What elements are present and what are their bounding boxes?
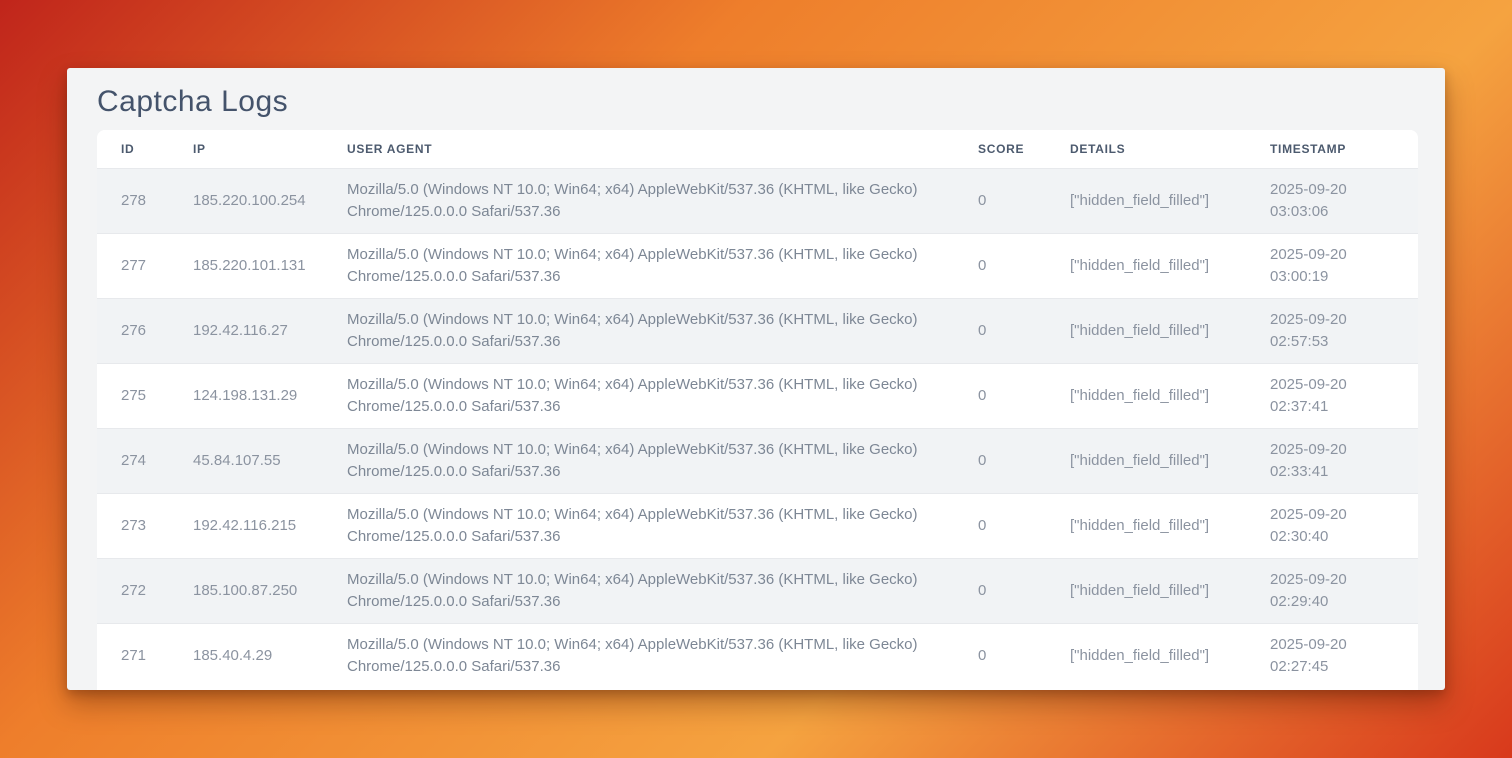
table-row: 272 185.100.87.250 Mozilla/5.0 (Windows … <box>97 559 1418 624</box>
cell-id: 275 <box>97 364 193 429</box>
table-header-row: ID IP USER AGENT SCORE DETAILS TIMESTAMP <box>97 130 1418 169</box>
captcha-logs-table-container: ID IP USER AGENT SCORE DETAILS TIMESTAMP… <box>97 130 1418 690</box>
cell-score: 0 <box>978 364 1070 429</box>
cell-details: ["hidden_field_filled"] <box>1070 234 1270 299</box>
cell-timestamp: 2025-09-20 02:29:40 <box>1270 559 1418 624</box>
cell-ip: 185.100.87.250 <box>193 559 347 624</box>
cell-details: ["hidden_field_filled"] <box>1070 364 1270 429</box>
cell-timestamp: 2025-09-20 02:57:53 <box>1270 299 1418 364</box>
cell-id: 277 <box>97 234 193 299</box>
cell-details: ["hidden_field_filled"] <box>1070 494 1270 559</box>
cell-ip: 185.40.4.29 <box>193 624 347 689</box>
cell-ip: 45.84.107.55 <box>193 429 347 494</box>
table-row: 277 185.220.101.131 Mozilla/5.0 (Windows… <box>97 234 1418 299</box>
table-row: 276 192.42.116.27 Mozilla/5.0 (Windows N… <box>97 299 1418 364</box>
cell-details: ["hidden_field_filled"] <box>1070 429 1270 494</box>
cell-user-agent: Mozilla/5.0 (Windows NT 10.0; Win64; x64… <box>347 299 978 364</box>
cell-score: 0 <box>978 429 1070 494</box>
cell-user-agent: Mozilla/5.0 (Windows NT 10.0; Win64; x64… <box>347 364 978 429</box>
column-header-id: ID <box>97 130 193 169</box>
table-body: 278 185.220.100.254 Mozilla/5.0 (Windows… <box>97 169 1418 689</box>
table-row: 271 185.40.4.29 Mozilla/5.0 (Windows NT … <box>97 624 1418 689</box>
cell-ip: 185.220.100.254 <box>193 169 347 234</box>
table-header: ID IP USER AGENT SCORE DETAILS TIMESTAMP <box>97 130 1418 169</box>
table-row: 278 185.220.100.254 Mozilla/5.0 (Windows… <box>97 169 1418 234</box>
column-header-score: SCORE <box>978 130 1070 169</box>
cell-details: ["hidden_field_filled"] <box>1070 559 1270 624</box>
cell-timestamp: 2025-09-20 02:33:41 <box>1270 429 1418 494</box>
cell-timestamp: 2025-09-20 02:30:40 <box>1270 494 1418 559</box>
cell-user-agent: Mozilla/5.0 (Windows NT 10.0; Win64; x64… <box>347 234 978 299</box>
table-row: 274 45.84.107.55 Mozilla/5.0 (Windows NT… <box>97 429 1418 494</box>
column-header-timestamp: TIMESTAMP <box>1270 130 1418 169</box>
captcha-logs-card: Captcha Logs ID IP USER AGENT SCORE DETA… <box>67 68 1445 690</box>
cell-timestamp: 2025-09-20 03:03:06 <box>1270 169 1418 234</box>
cell-score: 0 <box>978 169 1070 234</box>
cell-id: 271 <box>97 624 193 689</box>
cell-user-agent: Mozilla/5.0 (Windows NT 10.0; Win64; x64… <box>347 559 978 624</box>
cell-id: 274 <box>97 429 193 494</box>
column-header-ip: IP <box>193 130 347 169</box>
cell-user-agent: Mozilla/5.0 (Windows NT 10.0; Win64; x64… <box>347 494 978 559</box>
cell-score: 0 <box>978 494 1070 559</box>
cell-id: 273 <box>97 494 193 559</box>
captcha-logs-table: ID IP USER AGENT SCORE DETAILS TIMESTAMP… <box>97 130 1418 688</box>
cell-user-agent: Mozilla/5.0 (Windows NT 10.0; Win64; x64… <box>347 169 978 234</box>
cell-ip: 192.42.116.27 <box>193 299 347 364</box>
cell-user-agent: Mozilla/5.0 (Windows NT 10.0; Win64; x64… <box>347 429 978 494</box>
cell-ip: 185.220.101.131 <box>193 234 347 299</box>
cell-timestamp: 2025-09-20 02:27:45 <box>1270 624 1418 689</box>
cell-id: 272 <box>97 559 193 624</box>
cell-user-agent: Mozilla/5.0 (Windows NT 10.0; Win64; x64… <box>347 624 978 689</box>
cell-timestamp: 2025-09-20 02:37:41 <box>1270 364 1418 429</box>
cell-id: 278 <box>97 169 193 234</box>
page-title: Captcha Logs <box>97 81 1418 122</box>
cell-score: 0 <box>978 559 1070 624</box>
cell-details: ["hidden_field_filled"] <box>1070 299 1270 364</box>
cell-id: 276 <box>97 299 193 364</box>
column-header-details: DETAILS <box>1070 130 1270 169</box>
cell-score: 0 <box>978 234 1070 299</box>
cell-score: 0 <box>978 624 1070 689</box>
table-row: 275 124.198.131.29 Mozilla/5.0 (Windows … <box>97 364 1418 429</box>
cell-score: 0 <box>978 299 1070 364</box>
table-row: 273 192.42.116.215 Mozilla/5.0 (Windows … <box>97 494 1418 559</box>
cell-ip: 124.198.131.29 <box>193 364 347 429</box>
cell-ip: 192.42.116.215 <box>193 494 347 559</box>
cell-details: ["hidden_field_filled"] <box>1070 169 1270 234</box>
cell-details: ["hidden_field_filled"] <box>1070 624 1270 689</box>
cell-timestamp: 2025-09-20 03:00:19 <box>1270 234 1418 299</box>
column-header-user-agent: USER AGENT <box>347 130 978 169</box>
